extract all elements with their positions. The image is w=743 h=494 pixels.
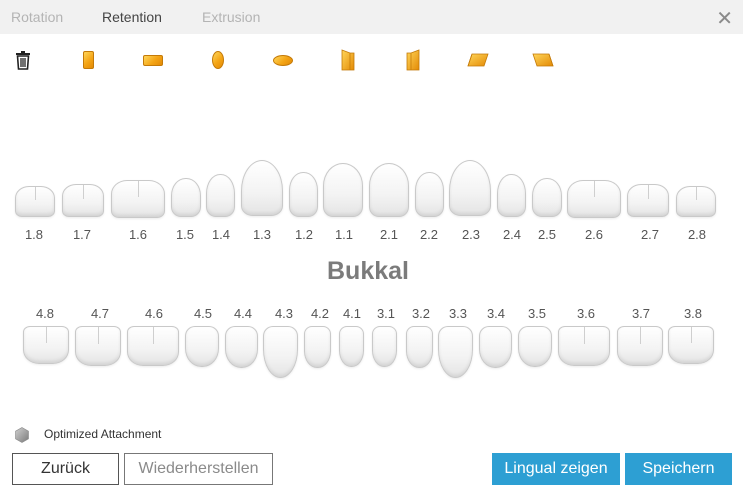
- tooth-4-8[interactable]: [23, 326, 69, 364]
- tooth-2-4[interactable]: [497, 174, 526, 217]
- tooth-label-4-4[interactable]: 4.4: [223, 306, 263, 321]
- tooth-label-3-6[interactable]: 3.6: [566, 306, 606, 321]
- tooth-label-1-2[interactable]: 1.2: [284, 227, 324, 242]
- tooth-label-3-5[interactable]: 3.5: [517, 306, 557, 321]
- tooth-label-4-3[interactable]: 4.3: [264, 306, 304, 321]
- tooth-4-2[interactable]: [304, 326, 331, 368]
- tooth-1-7[interactable]: [62, 184, 104, 217]
- tooth-3-3[interactable]: [438, 326, 473, 378]
- tooth-3-6[interactable]: [558, 326, 610, 366]
- tooth-label-1-4[interactable]: 1.4: [201, 227, 241, 242]
- tooth-label-3-1[interactable]: 3.1: [366, 306, 406, 321]
- tooth-4-7[interactable]: [75, 326, 121, 366]
- tooth-1-3[interactable]: [241, 160, 283, 216]
- attachment-horizontal-ellipse-icon[interactable]: [268, 44, 298, 76]
- tooth-1-4[interactable]: [206, 174, 235, 217]
- tooth-3-7[interactable]: [617, 326, 663, 366]
- tooth-2-6[interactable]: [567, 180, 621, 218]
- tab-bar: Rotation Retention Extrusion ✕: [0, 0, 743, 34]
- tooth-4-5[interactable]: [185, 326, 219, 367]
- tooth-label-2-4[interactable]: 2.4: [492, 227, 532, 242]
- tooth-3-1[interactable]: [372, 326, 397, 367]
- tooth-label-1-6[interactable]: 1.6: [118, 227, 158, 242]
- tab-retention[interactable]: Retention: [102, 9, 162, 25]
- back-button[interactable]: Zurück: [12, 453, 119, 485]
- close-icon[interactable]: ✕: [716, 6, 733, 30]
- tooth-label-2-8[interactable]: 2.8: [677, 227, 717, 242]
- tooth-1-8[interactable]: [15, 186, 55, 217]
- attachment-bevel-right-icon[interactable]: [398, 44, 428, 76]
- tooth-1-2[interactable]: [289, 172, 318, 217]
- tooth-2-3[interactable]: [449, 160, 491, 216]
- tooth-label-3-4[interactable]: 3.4: [476, 306, 516, 321]
- tooth-1-5[interactable]: [171, 178, 201, 217]
- surface-label: Bukkal: [327, 257, 409, 285]
- tooth-1-6[interactable]: [111, 180, 165, 218]
- tooth-3-8[interactable]: [668, 326, 714, 364]
- restore-button[interactable]: Wiederherstellen: [124, 453, 273, 485]
- tooth-label-4-7[interactable]: 4.7: [80, 306, 120, 321]
- attachment-horizontal-rectangle-icon[interactable]: [138, 44, 168, 76]
- tooth-label-3-8[interactable]: 3.8: [673, 306, 713, 321]
- optimized-attachment-hexagon-icon: [15, 427, 29, 443]
- tooth-label-1-5[interactable]: 1.5: [165, 227, 205, 242]
- tooth-2-2[interactable]: [415, 172, 444, 217]
- tooth-1-1[interactable]: [323, 163, 363, 217]
- tooth-label-4-6[interactable]: 4.6: [134, 306, 174, 321]
- attachment-vertical-rectangle-icon[interactable]: [73, 44, 103, 76]
- tab-rotation[interactable]: Rotation: [11, 9, 63, 25]
- attachment-toolbar: [0, 44, 743, 80]
- tooth-2-8[interactable]: [676, 186, 716, 217]
- tooth-label-2-6[interactable]: 2.6: [574, 227, 614, 242]
- retention-dialog: Rotation Retention Extrusion ✕ Bukkal Op…: [0, 0, 743, 494]
- tooth-label-3-2[interactable]: 3.2: [401, 306, 441, 321]
- tooth-4-1[interactable]: [339, 326, 364, 367]
- attachment-bevel-left-icon[interactable]: [333, 44, 363, 76]
- attachment-bevel-bottom-icon[interactable]: [528, 44, 558, 76]
- tooth-3-2[interactable]: [406, 326, 433, 368]
- tooth-4-4[interactable]: [225, 326, 258, 368]
- tooth-label-1-3[interactable]: 1.3: [242, 227, 282, 242]
- tooth-label-2-2[interactable]: 2.2: [409, 227, 449, 242]
- tooth-4-3[interactable]: [263, 326, 298, 378]
- tab-extrusion[interactable]: Extrusion: [202, 9, 260, 25]
- tooth-label-2-1[interactable]: 2.1: [369, 227, 409, 242]
- attachment-bevel-top-icon[interactable]: [463, 44, 493, 76]
- tooth-label-2-3[interactable]: 2.3: [451, 227, 491, 242]
- tooth-label-4-5[interactable]: 4.5: [183, 306, 223, 321]
- tooth-label-1-7[interactable]: 1.7: [62, 227, 102, 242]
- tooth-3-4[interactable]: [479, 326, 512, 368]
- tooth-label-1-8[interactable]: 1.8: [14, 227, 54, 242]
- tooth-label-3-7[interactable]: 3.7: [621, 306, 661, 321]
- trash-icon[interactable]: [8, 44, 38, 76]
- tooth-2-7[interactable]: [627, 184, 669, 217]
- tooth-label-2-7[interactable]: 2.7: [630, 227, 670, 242]
- tooth-2-5[interactable]: [532, 178, 562, 217]
- attachment-vertical-ellipse-icon[interactable]: [203, 44, 233, 76]
- show-lingual-button[interactable]: Lingual zeigen: [492, 453, 620, 485]
- tooth-2-1[interactable]: [369, 163, 409, 217]
- legend-label: Optimized Attachment: [44, 427, 162, 441]
- tooth-3-5[interactable]: [518, 326, 552, 367]
- tooth-label-4-8[interactable]: 4.8: [25, 306, 65, 321]
- tooth-label-3-3[interactable]: 3.3: [438, 306, 478, 321]
- save-button[interactable]: Speichern: [625, 453, 732, 485]
- tooth-label-1-1[interactable]: 1.1: [324, 227, 364, 242]
- tooth-4-6[interactable]: [127, 326, 179, 366]
- tooth-label-2-5[interactable]: 2.5: [527, 227, 567, 242]
